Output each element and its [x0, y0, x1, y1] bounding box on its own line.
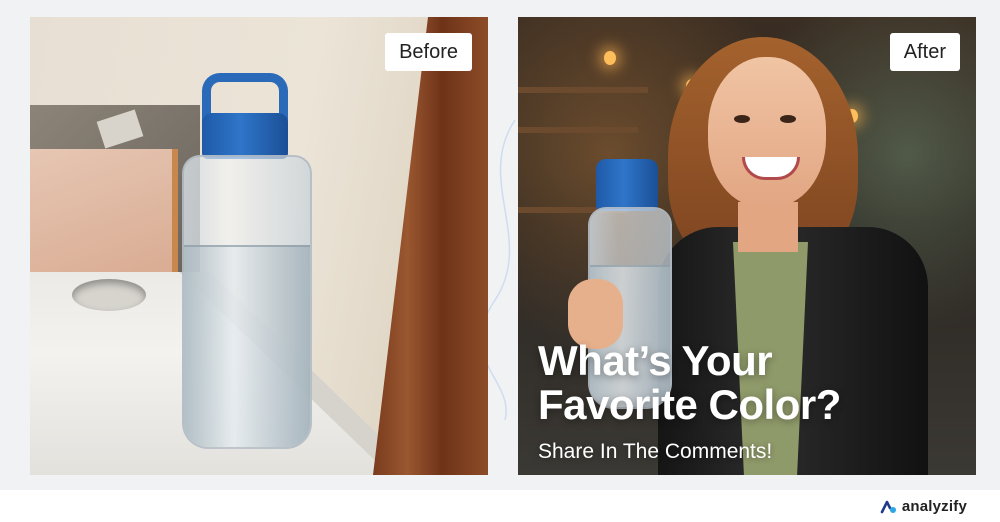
before-label: Before	[385, 33, 472, 71]
brand-logo[interactable]: analyzify	[880, 498, 967, 515]
after-photo: After What’s Your Favorite Color? Share …	[518, 17, 976, 475]
water-bottle	[182, 73, 312, 449]
headline-line-1: What’s Your	[538, 337, 773, 384]
desk-cable-hole	[72, 279, 146, 311]
bottle-water	[184, 245, 310, 447]
bottle-body	[182, 155, 312, 449]
after-label: After	[889, 33, 960, 71]
analyzify-logo-icon	[880, 500, 896, 513]
headline: What’s Your Favorite Color?	[538, 339, 958, 427]
shelf	[518, 87, 648, 93]
bottle-cap	[596, 159, 658, 211]
neck	[738, 202, 798, 252]
shelf	[518, 127, 638, 133]
pendant-lamp	[604, 51, 616, 65]
headline-line-2: Favorite Color?	[538, 381, 841, 428]
bottle-cap	[202, 113, 288, 159]
eye	[734, 115, 750, 123]
eye	[780, 115, 796, 123]
woman-face	[708, 57, 826, 207]
brand-name: analyzify	[901, 498, 967, 515]
before-photo: Before	[30, 17, 488, 475]
subheadline: Share In The Comments!	[538, 440, 773, 463]
footer-bar	[0, 490, 1000, 522]
